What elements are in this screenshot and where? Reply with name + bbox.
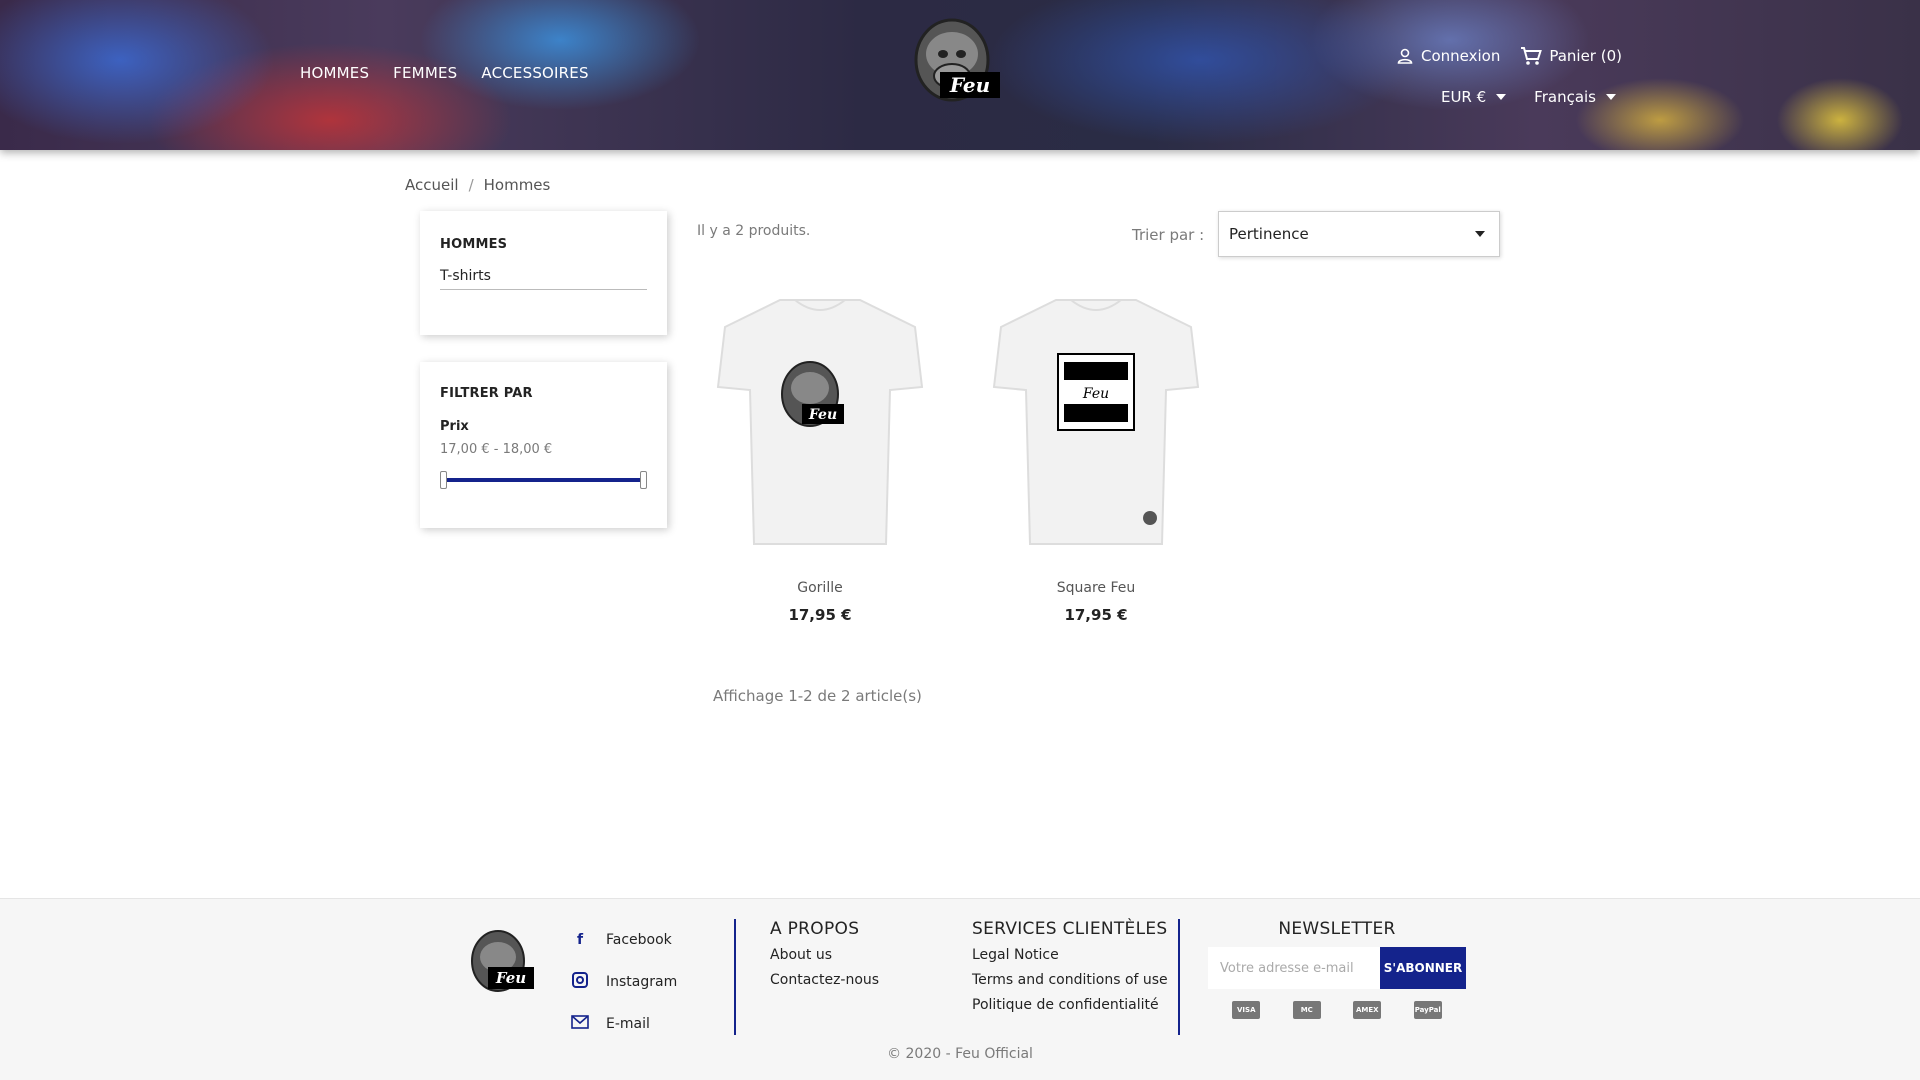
product-count: Il y a 2 produits. [697, 223, 811, 239]
price-range-text: 17,00 € - 18,00 € [440, 442, 553, 457]
instagram-icon [570, 972, 590, 992]
language-value: Français [1534, 88, 1596, 106]
currency-selector[interactable]: EUR € [1440, 88, 1507, 106]
user-links: Connexion Panier (0) [1396, 46, 1622, 66]
price-filter-label: Prix [440, 419, 469, 434]
cart-icon [1521, 47, 1543, 65]
site-header: HOMMES FEMMES ACCESSOIRES Feu Connexion … [0, 0, 1920, 150]
site-logo[interactable]: Feu [908, 14, 1004, 118]
price-slider-min-handle[interactable] [440, 471, 447, 489]
newsletter-block: NEWSLETTER Votre adresse e-mail S'ABONNE… [1208, 919, 1466, 1019]
footer-logo[interactable]: Feu [466, 929, 536, 1001]
contact-link[interactable]: Contactez-nous [770, 972, 879, 988]
nav-hommes[interactable]: HOMMES [300, 64, 369, 82]
subscribe-button[interactable]: S'ABONNER [1380, 947, 1466, 989]
nav-accessoires[interactable]: ACCESSOIRES [481, 64, 588, 82]
product-price: 17,95 € [788, 606, 852, 624]
breadcrumb-home[interactable]: Accueil [405, 176, 459, 194]
filter-title: FILTRER PAR [440, 386, 533, 401]
footer-services: SERVICES CLIENTÈLES Legal Notice Terms a… [972, 919, 1168, 1013]
services-title: SERVICES CLIENTÈLES [972, 919, 1168, 939]
filter-block: FILTRER PAR Prix 17,00 € - 18,00 € [420, 362, 667, 528]
newsletter-form: Votre adresse e-mail S'ABONNER [1208, 947, 1466, 989]
footer-about: A PROPOS About us Contactez-nous [770, 919, 879, 988]
payment-methods: VISA MC AMEX PayPal [1208, 1001, 1466, 1019]
mastercard-icon: MC [1292, 1001, 1321, 1019]
breadcrumb-separator: / [468, 176, 474, 194]
newsletter-email-input[interactable]: Votre adresse e-mail [1208, 947, 1380, 989]
product-card[interactable]: Feu Gorille 17,95 € [690, 292, 950, 624]
social-label: Facebook [606, 932, 672, 948]
social-label: E-mail [606, 1016, 650, 1032]
login-label: Connexion [1420, 47, 1501, 65]
product-card[interactable]: Feu Square Feu 17,95 € [966, 292, 1226, 624]
category-block: HOMMES T-shirts [420, 211, 667, 335]
main-nav: HOMMES FEMMES ACCESSOIRES [300, 64, 589, 82]
social-label: Instagram [606, 974, 678, 990]
pagination-info: Affichage 1-2 de 2 article(s) [713, 687, 922, 705]
category-link-tshirts[interactable]: T-shirts [440, 268, 647, 290]
product-name[interactable]: Square Feu [966, 580, 1226, 596]
breadcrumb-current: Hommes [483, 176, 551, 194]
category-title: HOMMES [440, 237, 508, 252]
language-selector[interactable]: Français [1534, 88, 1616, 106]
about-title: A PROPOS [770, 919, 860, 939]
newsletter-title: NEWSLETTER [1278, 919, 1396, 939]
logo-text: Feu [949, 73, 990, 97]
header-selectors: EUR € Français [1441, 88, 1616, 106]
social-links: f Facebook Instagram E-mail [570, 919, 677, 1045]
currency-value: EUR € [1440, 88, 1487, 106]
footer-divider [1178, 919, 1180, 1035]
product-price: 17,95 € [1064, 606, 1128, 624]
paypal-icon: PayPal [1413, 1001, 1442, 1019]
user-icon [1397, 48, 1413, 64]
facebook-icon: f [576, 932, 584, 948]
about-link[interactable]: About us [770, 947, 879, 963]
visa-icon: VISA [1232, 1001, 1261, 1019]
price-slider-track [442, 478, 645, 482]
svg-text:Feu: Feu [808, 407, 837, 423]
product-image[interactable]: Feu [710, 292, 930, 552]
footer-divider [734, 919, 736, 1035]
price-slider-max-handle[interactable] [640, 471, 647, 489]
breadcrumb: Accueil / Hommes [405, 176, 550, 194]
terms-link[interactable]: Terms and conditions of use [972, 972, 1168, 988]
chevron-down-icon [1496, 94, 1507, 100]
product-image[interactable]: Feu [986, 292, 1206, 552]
chevron-down-icon [1475, 231, 1485, 237]
svg-text:Feu: Feu [1082, 386, 1109, 402]
product-name[interactable]: Gorille [690, 580, 950, 596]
chevron-down-icon [1606, 94, 1616, 100]
copyright: © 2020 - Feu Official [887, 1046, 1033, 1062]
sort-value: Pertinence [1229, 225, 1309, 243]
email-icon [570, 1015, 590, 1033]
privacy-link[interactable]: Politique de confidentialité [972, 997, 1168, 1013]
sort-select[interactable]: Pertinence [1218, 211, 1500, 257]
social-email[interactable]: E-mail [570, 1003, 677, 1045]
amex-icon: AMEX [1353, 1001, 1382, 1019]
price-slider[interactable] [440, 469, 647, 491]
cart-link[interactable]: Panier (0) [1520, 46, 1622, 66]
sort-label: Trier par : [1132, 226, 1205, 244]
nav-femmes[interactable]: FEMMES [393, 64, 457, 82]
social-facebook[interactable]: f Facebook [570, 919, 677, 961]
site-footer: Feu f Facebook Instagram E-mail A PROPOS… [0, 898, 1920, 1080]
social-instagram[interactable]: Instagram [570, 961, 677, 1003]
legal-notice-link[interactable]: Legal Notice [972, 947, 1168, 963]
cart-label: Panier (0) [1549, 47, 1622, 65]
login-link[interactable]: Connexion [1396, 47, 1500, 65]
svg-text:Feu: Feu [495, 969, 526, 987]
